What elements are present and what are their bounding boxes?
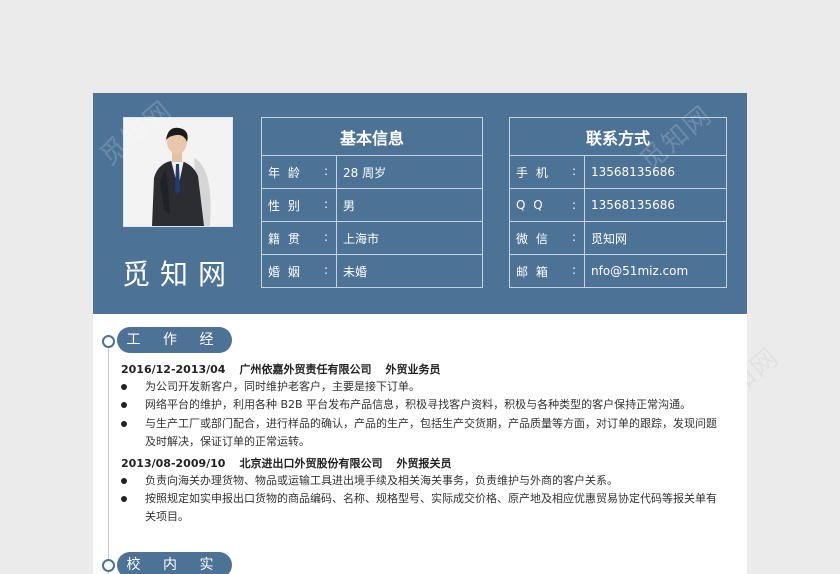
duty-text: 与生产工厂或部门配合，进行样品的确认，产品的生产，包括生产交货期，产品质量等方面… — [145, 417, 717, 448]
duty-text: 网络平台的维护，利用各种 B2B 平台发布产品信息，积极寻找客户资料，积极与各种… — [145, 398, 692, 411]
info-row: 年 龄: 28 周岁 — [261, 155, 483, 189]
duty-item: 与生产工厂或部门配合，进行样品的确认，产品的生产，包括生产交货期，产品质量等方面… — [121, 415, 721, 451]
info-label: 籍 贯: — [261, 221, 337, 255]
bullet-icon — [121, 384, 127, 390]
job-heading: 2016/12-2013/04 广州依嘉外贸责任有限公司 外贸业务员 — [121, 361, 454, 377]
duty-text: 按照规定如实申报出口货物的商品编码、名称、规格型号、实际成交价格、原产地及相应优… — [145, 492, 717, 523]
duty-item: 为公司开发新客户，同时维护老客户，主要是接下订单。 — [121, 378, 721, 396]
colon: : — [323, 229, 330, 244]
basic-info-table: 基本信息 年 龄: 28 周岁 性 别: 男 籍 贯: 上海市 婚 姻: 未婚 — [261, 117, 483, 288]
job-period: 2016/12-2013/04 — [121, 363, 226, 376]
resume-page: 觅知网 觅知网 觅知网 基本信息 年 龄: 28 周岁 性 别: 男 籍 贯: … — [93, 93, 747, 574]
timeline-dot — [102, 335, 115, 348]
contact-table: 联系方式 手 机: 13568135686 Q Q: 13568135686 微… — [509, 117, 727, 288]
duty-text: 负责向海关办理货物、物品或运输工具进出境手续及相关海关事务，负责维护与外商的客户… — [145, 474, 618, 487]
section-title-campus: 校 内 实 践 — [117, 552, 232, 574]
timeline-dot — [102, 559, 115, 572]
candidate-name: 觅知网 — [121, 258, 236, 291]
colon: : — [571, 163, 578, 178]
contact-title: 联系方式 — [509, 117, 727, 156]
job-company: 北京进出口外贸股份有限公司 — [239, 457, 383, 470]
colon: : — [323, 163, 330, 178]
bullet-icon — [121, 496, 127, 502]
qq-label: Q Q — [516, 198, 545, 212]
duty-text: 为公司开发新客户，同时维护老客户，主要是接下订单。 — [145, 380, 420, 393]
contact-label: 邮 箱: — [509, 254, 585, 288]
resume-header: 觅知网 觅知网 觅知网 基本信息 年 龄: 28 周岁 性 别: 男 籍 贯: … — [93, 93, 747, 314]
info-row: 籍 贯: 上海市 — [261, 221, 483, 255]
job-position: 外贸业务员 — [385, 363, 441, 376]
info-label: 年 龄: — [261, 155, 337, 189]
colon: : — [571, 262, 578, 277]
marital-value: 未婚 — [336, 254, 483, 288]
contact-row: Q Q: 13568135686 — [509, 188, 727, 222]
duty-item: 负责向海关办理货物、物品或运输工具进出境手续及相关海关事务，负责维护与外商的客户… — [121, 472, 721, 490]
wechat-value: 觅知网 — [584, 221, 727, 255]
gender-label: 性 别 — [268, 198, 302, 213]
email-label: 邮 箱 — [516, 264, 550, 279]
hometown-label: 籍 贯 — [268, 231, 302, 246]
wechat-label: 微 信 — [516, 231, 550, 246]
contact-row: 微 信: 觅知网 — [509, 221, 727, 255]
job-period: 2013/08-2009/10 — [121, 457, 226, 470]
email-value: nfo@51miz.com — [584, 254, 727, 288]
section-title-work: 工 作 经 历 — [117, 327, 232, 374]
age-label: 年 龄 — [268, 165, 302, 180]
profile-photo — [123, 117, 233, 227]
contact-label: 手 机: — [509, 155, 585, 189]
phone-value: 13568135686 — [584, 155, 727, 189]
job-heading: 2013/08-2009/10 北京进出口外贸股份有限公司 外贸报关员 — [121, 455, 465, 471]
info-label: 婚 姻: — [261, 254, 337, 288]
bullet-icon — [121, 478, 127, 484]
colon: : — [571, 198, 578, 212]
info-row: 婚 姻: 未婚 — [261, 254, 483, 288]
duty-item: 网络平台的维护，利用各种 B2B 平台发布产品信息，积极寻找客户资料，积极与各种… — [121, 396, 721, 414]
info-row: 性 别: 男 — [261, 188, 483, 222]
phone-label: 手 机 — [516, 165, 550, 180]
gender-value: 男 — [336, 188, 483, 222]
age-value: 28 周岁 — [336, 155, 483, 189]
colon: : — [571, 229, 578, 244]
bullet-icon — [121, 421, 127, 427]
basic-info-title: 基本信息 — [261, 117, 483, 156]
contact-row: 邮 箱: nfo@51miz.com — [509, 254, 727, 288]
contact-row: 手 机: 13568135686 — [509, 155, 727, 189]
duty-item: 按照规定如实申报出口货物的商品编码、名称、规格型号、实际成交价格、原产地及相应优… — [121, 490, 721, 526]
job-company: 广州依嘉外贸责任有限公司 — [239, 363, 372, 376]
hometown-value: 上海市 — [336, 221, 483, 255]
info-label: 性 别: — [261, 188, 337, 222]
contact-label: Q Q: — [509, 188, 585, 222]
marital-label: 婚 姻 — [268, 264, 302, 279]
colon: : — [323, 262, 330, 277]
portrait-image — [124, 118, 232, 226]
contact-label: 微 信: — [509, 221, 585, 255]
bullet-icon — [121, 402, 127, 408]
timeline-line — [108, 341, 109, 574]
colon: : — [323, 196, 330, 211]
qq-value: 13568135686 — [584, 188, 727, 222]
job-position: 外贸报关员 — [396, 457, 452, 470]
